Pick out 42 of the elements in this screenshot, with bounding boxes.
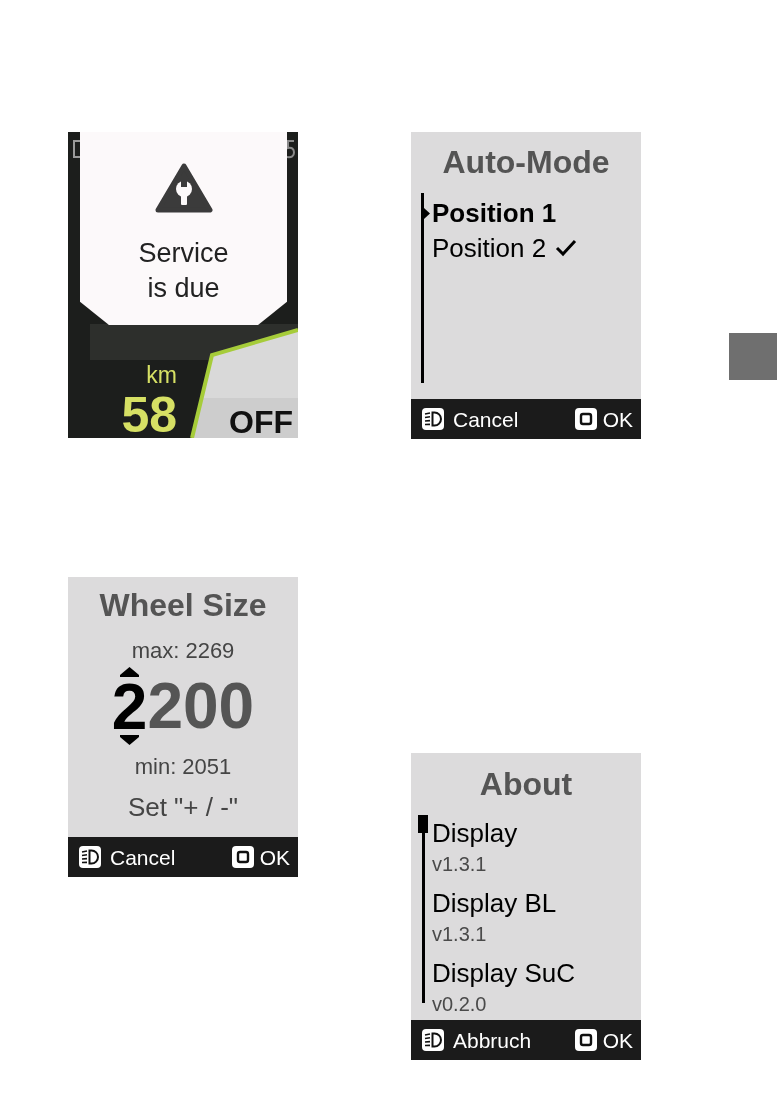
headlight-key-icon [422,408,444,430]
softkey-label: Cancel [110,846,176,868]
component-name: Display [432,818,519,848]
scroll-thumb [418,815,428,833]
screen-title: Auto-Mode [442,146,610,178]
wheel-size-digit: 2 [147,674,183,738]
softkey-label: Cancel [453,408,519,430]
icon-fragment [286,140,295,159]
chapter-tab-marker [729,333,777,380]
screen-title: About [479,768,573,800]
down-triangle-icon [120,735,140,745]
icon-fragment [73,140,81,158]
wheel-size-digit: 2 [111,675,148,739]
softkey-label: OK [602,1029,633,1051]
component-name: Display BL [432,888,558,918]
square-key-icon [574,1029,597,1051]
component-name: Display SuC [432,958,576,988]
assist-mode-value: OFF [229,406,293,438]
softkey-label: OK [602,408,633,430]
version-text: v0.2.0 [432,993,488,1015]
distance-value: 58 [121,393,177,438]
min-value-label: min: 2051 [134,756,232,778]
up-triangle-icon [120,667,140,677]
square-key-icon [574,408,597,430]
wheel-size-digit: 0 [183,674,219,738]
menu-option[interactable]: Position 1 [432,198,557,228]
headlight-key-icon [79,846,101,868]
square-key-icon [231,846,254,868]
instruction-text: Set "+ / -" [127,794,239,820]
selection-pointer-icon [424,207,430,219]
headlight-key-icon [422,1029,444,1051]
menu-option[interactable]: Position 2 [432,233,547,263]
screen-title: Wheel Size [99,589,267,621]
warning-wrench-icon [154,163,213,213]
alert-message: Service is due [137,237,230,305]
max-value-label: max: 2269 [131,640,235,662]
wheel-size-digit: 0 [218,674,255,738]
softkey-label: Abbruch [453,1029,532,1051]
distance-unit: km [146,364,177,387]
version-text: v1.3.1 [432,853,488,875]
softkey-label: OK [259,846,290,868]
version-text: v1.3.1 [432,923,488,945]
